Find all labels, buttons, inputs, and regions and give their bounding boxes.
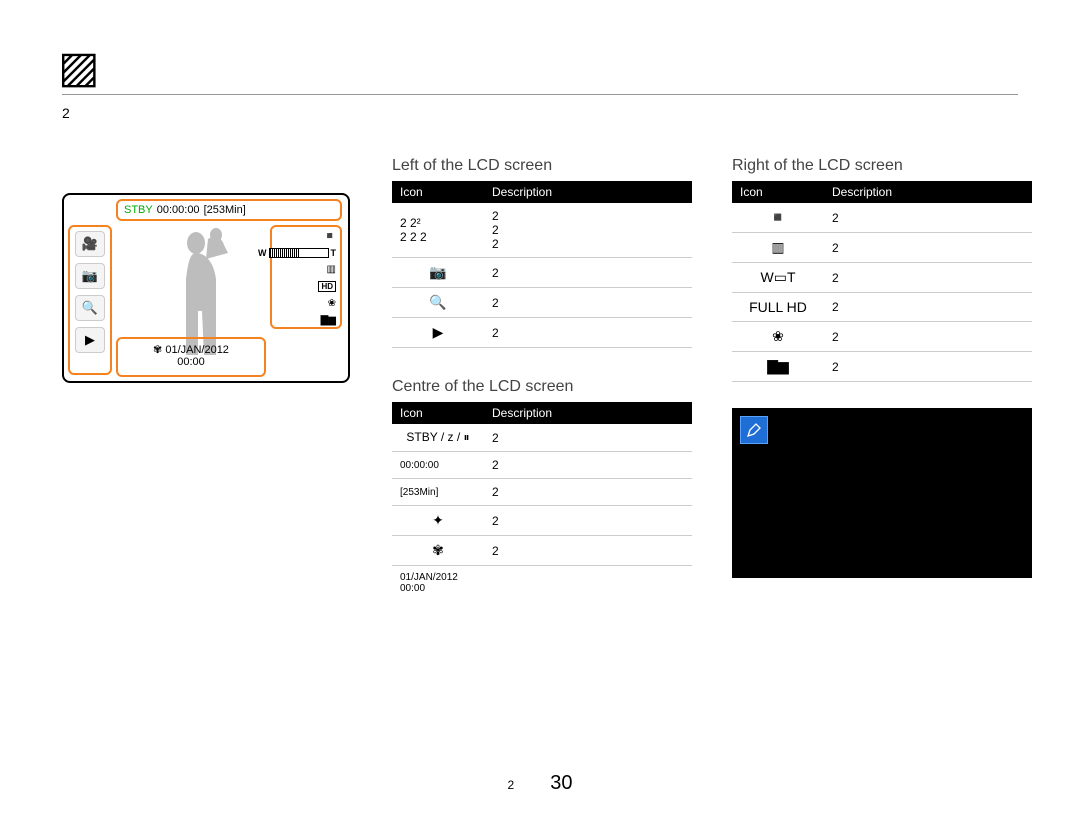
page-number: 30 bbox=[550, 772, 572, 795]
table-row: 📷2 bbox=[392, 258, 692, 288]
note-pencil-icon bbox=[740, 416, 768, 444]
zoom-wt-icon: W▭T bbox=[732, 263, 824, 293]
lcd-mockup: STBY 00:00:00 [253Min] 🎥 📷 🔍 ▶ ◾ WT ▥ HD… bbox=[62, 193, 350, 383]
lcd-bottom-datetime-box: ✾ 01/JAN/2012 00:00 bbox=[116, 337, 266, 377]
table-row: 01/JAN/2012 00:00 bbox=[392, 566, 692, 601]
table-row: FULL HD2 bbox=[732, 293, 1032, 322]
date-display: 01/JAN/2012 bbox=[165, 344, 229, 356]
clock-display: 00:00 bbox=[177, 356, 205, 368]
page-footer: 2 30 bbox=[0, 772, 1080, 795]
mode-photo-button[interactable]: 📷 bbox=[75, 263, 105, 289]
table-header-icon: Icon bbox=[392, 402, 484, 424]
table-cell-description: 2 bbox=[484, 318, 692, 348]
table-header-icon: Icon bbox=[392, 181, 484, 203]
propeller-clock-icon: ✾ bbox=[392, 536, 484, 566]
table-row: 🔍2 bbox=[392, 288, 692, 318]
table-cell-description: 2 bbox=[824, 293, 1032, 322]
section-number: 2 bbox=[62, 105, 1018, 121]
table-cell-description: 2 bbox=[484, 536, 692, 566]
table-cell-description: 2 2 2 bbox=[484, 203, 692, 258]
remaining-time: [253Min] bbox=[204, 204, 246, 216]
table-cell-description: 2 bbox=[824, 203, 1032, 233]
table-cell-description: 2 bbox=[484, 452, 692, 479]
bars-icon: ▇▆ bbox=[732, 352, 824, 382]
table-cell-description: 2 bbox=[484, 479, 692, 506]
table-header-desc: Description bbox=[484, 181, 692, 203]
table-row: W▭T2 bbox=[732, 263, 1032, 293]
flower-macro-icon: ❀ bbox=[732, 322, 824, 352]
table-cell-description: 2 bbox=[484, 424, 692, 452]
page-header: ▨ bbox=[62, 46, 1018, 95]
table-row: ✦2 bbox=[392, 506, 692, 536]
zoom-icon: 🔍 bbox=[392, 288, 484, 318]
stby-label: STBY bbox=[124, 204, 153, 216]
mode-video-button[interactable]: 🎥 bbox=[75, 231, 105, 257]
table-cell-description: 2 bbox=[824, 352, 1032, 382]
table-header-desc: Description bbox=[824, 181, 1032, 203]
table-cell-description: 2 bbox=[824, 263, 1032, 293]
table-row: 00:00:002 bbox=[392, 452, 692, 479]
full-hd-icon: FULL HD bbox=[732, 293, 824, 322]
table-row: STBY / z / ⏸2 bbox=[392, 424, 692, 452]
sparkle-icon: ✦ bbox=[392, 506, 484, 536]
table-header-desc: Description bbox=[484, 402, 692, 424]
table-cell-description: 2 bbox=[824, 233, 1032, 263]
right-table-title: Right of the LCD screen bbox=[732, 157, 1032, 175]
left-table-title: Left of the LCD screen bbox=[392, 157, 692, 175]
table-row: ▶2 bbox=[392, 318, 692, 348]
table-row: [253Min]2 bbox=[392, 479, 692, 506]
bars-icon: ▇▆ bbox=[321, 315, 336, 326]
camera-icon: 📷 bbox=[392, 258, 484, 288]
centre-of-lcd-table: Icon Description STBY / z / ⏸200:00:002[… bbox=[392, 402, 692, 600]
table-row: ▥2 bbox=[732, 233, 1032, 263]
play-icon: ▶ bbox=[392, 318, 484, 348]
zoom-wt-icon: WT bbox=[258, 248, 336, 258]
table-row: ◾2 bbox=[732, 203, 1032, 233]
tally-block-icon: ▨ bbox=[58, 46, 100, 90]
chapter-marker: 2 bbox=[508, 778, 515, 792]
table-cell-description: 2 bbox=[484, 288, 692, 318]
table-cell-description: 2 bbox=[484, 506, 692, 536]
lcd-top-status-box: STBY 00:00:00 [253Min] bbox=[116, 199, 342, 221]
play-button[interactable]: ▶ bbox=[75, 327, 105, 353]
flower-macro-icon: ❀ bbox=[328, 298, 336, 309]
lcd-left-buttons-box: 🎥 📷 🔍 ▶ bbox=[68, 225, 112, 375]
propeller-clock-icon: ✾ bbox=[153, 344, 162, 356]
full-hd-icon: HD bbox=[318, 281, 336, 292]
time-code: 00:00:00 bbox=[157, 204, 200, 216]
centre-table-title: Centre of the LCD screen bbox=[392, 378, 692, 396]
sd-card-icon: ◾ bbox=[732, 203, 824, 233]
left-of-lcd-table: Icon Description 2 2² 2 2 22 2 2📷2🔍2▶2 bbox=[392, 181, 692, 348]
lcd-right-status-box: ◾ WT ▥ HD ❀ ▇▆ bbox=[270, 225, 342, 329]
sd-card-icon: ◾ bbox=[324, 231, 336, 242]
table-row: ▇▆2 bbox=[732, 352, 1032, 382]
note-box bbox=[732, 408, 1032, 578]
battery-icon: ▥ bbox=[327, 264, 336, 275]
battery-icon: ▥ bbox=[732, 233, 824, 263]
table-row: 2 2² 2 2 22 2 2 bbox=[392, 203, 692, 258]
table-cell-description: 2 bbox=[484, 258, 692, 288]
table-header-icon: Icon bbox=[732, 181, 824, 203]
zoom-button[interactable]: 🔍 bbox=[75, 295, 105, 321]
right-of-lcd-table: Icon Description ◾2▥2W▭T2FULL HD2❀2▇▆2 bbox=[732, 181, 1032, 382]
table-row: ✾2 bbox=[392, 536, 692, 566]
table-row: ❀2 bbox=[732, 322, 1032, 352]
table-cell-description bbox=[484, 566, 692, 601]
table-cell-description: 2 bbox=[824, 322, 1032, 352]
